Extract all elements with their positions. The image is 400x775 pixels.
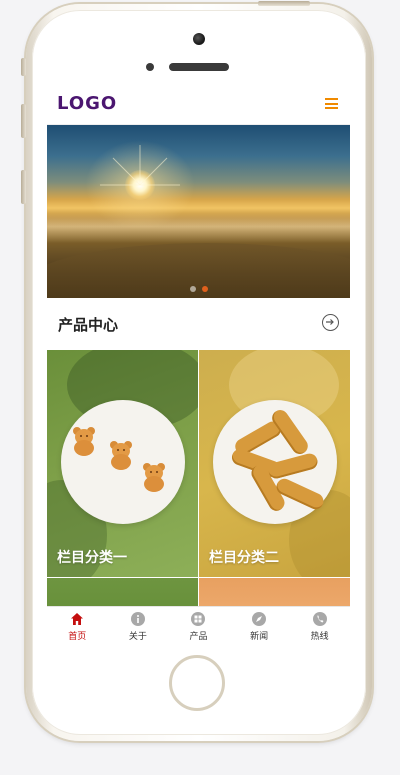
nav-label: 热线 xyxy=(310,632,329,642)
power-button xyxy=(258,1,310,6)
biscuit-plate xyxy=(213,400,337,524)
morning-fog xyxy=(47,213,350,243)
more-arrow-icon[interactable] xyxy=(322,314,339,331)
nav-label: 首页 xyxy=(68,632,87,642)
section-title: 产品中心 xyxy=(58,316,119,334)
phone-icon xyxy=(312,612,327,626)
bear-cookie-icon xyxy=(73,427,95,456)
compass-icon xyxy=(252,612,267,626)
info-icon xyxy=(130,612,145,626)
product-tile-label: 栏目分类二 xyxy=(209,550,279,566)
grid-icon xyxy=(191,612,206,626)
carousel-indicators[interactable] xyxy=(47,286,350,292)
cookie-plate xyxy=(61,400,185,524)
proximity-sensor xyxy=(146,63,154,71)
bottom-navigation: 首页 关于 产品 新闻 热线 xyxy=(47,606,350,645)
home-icon xyxy=(71,613,84,625)
product-grid: 栏目分类一 栏目分类二 xyxy=(47,350,350,645)
nav-label: 新闻 xyxy=(250,632,269,642)
carousel-dot-active[interactable] xyxy=(201,286,208,292)
site-logo[interactable]: LOGO xyxy=(57,93,117,114)
phone-screen: LOGO 产品中心 栏目分类一 栏目分类二 首页 关于 产品 新闻 热线 xyxy=(47,84,350,645)
nav-item-hotline[interactable]: 热线 xyxy=(289,607,350,645)
front-camera xyxy=(193,33,205,45)
product-section-header: 产品中心 xyxy=(47,298,350,350)
home-button[interactable] xyxy=(169,655,225,711)
site-header: LOGO xyxy=(47,84,350,125)
nav-label: 产品 xyxy=(189,632,208,642)
product-tile-label: 栏目分类一 xyxy=(57,550,127,566)
earpiece-speaker xyxy=(169,63,229,71)
nav-item-about[interactable]: 关于 xyxy=(108,607,169,645)
volume-down-button xyxy=(21,170,26,204)
product-tile-2[interactable]: 栏目分类二 xyxy=(199,350,350,577)
hamburger-menu-icon[interactable] xyxy=(325,98,338,109)
carousel-dot[interactable] xyxy=(189,286,196,292)
mute-switch xyxy=(21,58,26,76)
bone-biscuit xyxy=(266,451,320,481)
product-tile-1[interactable]: 栏目分类一 xyxy=(47,350,198,577)
volume-up-button xyxy=(21,104,26,138)
bear-cookie-icon xyxy=(110,441,132,470)
nav-item-news[interactable]: 新闻 xyxy=(229,607,290,645)
hero-banner[interactable] xyxy=(47,125,350,298)
nav-item-products[interactable]: 产品 xyxy=(168,607,229,645)
nav-item-home[interactable]: 首页 xyxy=(47,607,108,645)
bear-cookie-icon xyxy=(143,463,165,492)
nav-label: 关于 xyxy=(128,632,147,642)
